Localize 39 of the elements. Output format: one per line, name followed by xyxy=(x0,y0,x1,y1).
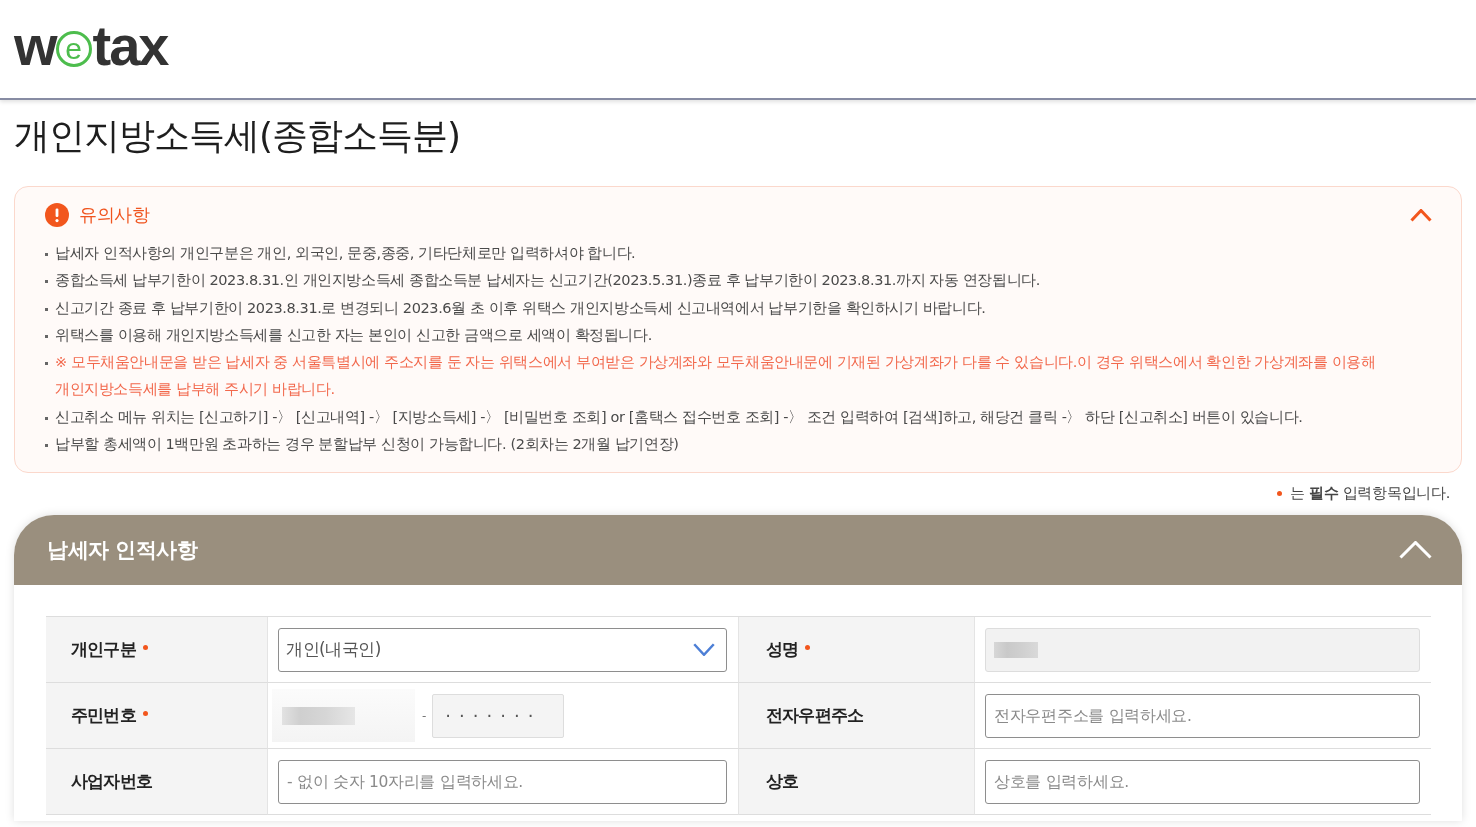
field-label: 전자우편주소 xyxy=(766,704,864,728)
logo-text: tax xyxy=(92,18,168,74)
bullet-icon xyxy=(45,334,48,338)
logo-text: w xyxy=(14,18,56,74)
field-label: 주민번호 xyxy=(71,704,136,728)
chevron-up-icon xyxy=(1399,541,1432,560)
field-label: 성명 xyxy=(766,638,799,662)
field-label: 사업자번호 xyxy=(71,770,152,794)
blurred-value xyxy=(994,641,1038,658)
input-field[interactable]: 전자우편주소를 입력하세요. xyxy=(985,693,1420,738)
notice-text: 위택스를 이용해 개인지방소득세를 신고한 자는 본인이 신고한 금액으로 세액이 확정됩니다. xyxy=(55,325,652,345)
required-note: 는 필수 입력항목입니다. xyxy=(1290,484,1450,504)
hyphen-text: - xyxy=(422,708,427,723)
site-logo[interactable]: w e tax xyxy=(14,18,168,74)
field-label: 개인구분 xyxy=(71,638,136,662)
input-field[interactable]: - 없이 숫자 10자리를 입력하세요. xyxy=(278,759,727,804)
collapse-button[interactable] xyxy=(1410,208,1432,222)
input-field[interactable]: 상호를 입력하세요. xyxy=(985,759,1420,804)
chevron-down-icon xyxy=(693,643,715,657)
bullet-icon xyxy=(45,253,48,256)
notice-text: ※ 모두채움안내문을 받은 납세자 중 서울특별시에 주소지를 둔 자는 위택스에서 부여받은 가상계좌와 모두채움안내문에 기재된 가상계좌가 다를 수 있습니다.이 경우 위택스에서 확인한 가상계좌를 이용해 개인지방소득세를 납부해 주시기 바랍니다. xyxy=(55,353,1377,400)
bullet-icon xyxy=(45,444,48,448)
alert-icon xyxy=(45,203,69,227)
page-title: 개인지방소득세(종합소득분) xyxy=(14,114,462,158)
bullet-icon xyxy=(45,280,48,284)
field-label: 상호 xyxy=(766,770,799,794)
bullet-icon xyxy=(45,307,48,311)
notice-text: 신고기간 종료 후 납부기한이 2023.8.31.로 변경되니 2023.6월 초 이후 위택스 개인지방소득세 신고내역에서 납부기한을 확인하시기 바랍니다. xyxy=(55,298,986,318)
notice-text: 종합소득세 납부기한이 2023.8.31.인 개인지방소득세 종합소득분 납세자는 신고기간(2023.5.31.)종료 후 납부기한이 2023.8.31.까지 자동 연장됩니다. xyxy=(55,271,1041,291)
notice-text: 납부할 총세액이 1백만원 초과하는 경우 분할납부 신청이 가능합니다. (2회차는 2개월 납기연장) xyxy=(55,435,679,455)
bullet-icon xyxy=(45,362,48,366)
notice-text: 신고취소 메뉴 위치는 [신고하기] -〉 [신고내역] -〉 [지방소득세] -〉 [비밀번호 조회] or [홈택스 접수번호 조회] -〉 조건 입력하여 [검색]하고, 해당건 클릭 -〉 하단 [신고취소] 버튼이 있습니다. xyxy=(55,407,1303,427)
required-dot-icon xyxy=(1277,490,1283,496)
section-title: 납세자 인적사항 xyxy=(47,537,198,565)
dropdown-field[interactable]: 개인(내국인) xyxy=(278,627,727,672)
chevron-up-icon xyxy=(1410,208,1432,222)
bullet-icon xyxy=(45,416,48,420)
notice-title: 유의사항 xyxy=(79,203,149,227)
notice-text: 납세자 인적사항의 개인구분은 개인, 외국인, 문중,종중, 기타단체로만 입력하셔야 합니다. xyxy=(55,244,636,263)
